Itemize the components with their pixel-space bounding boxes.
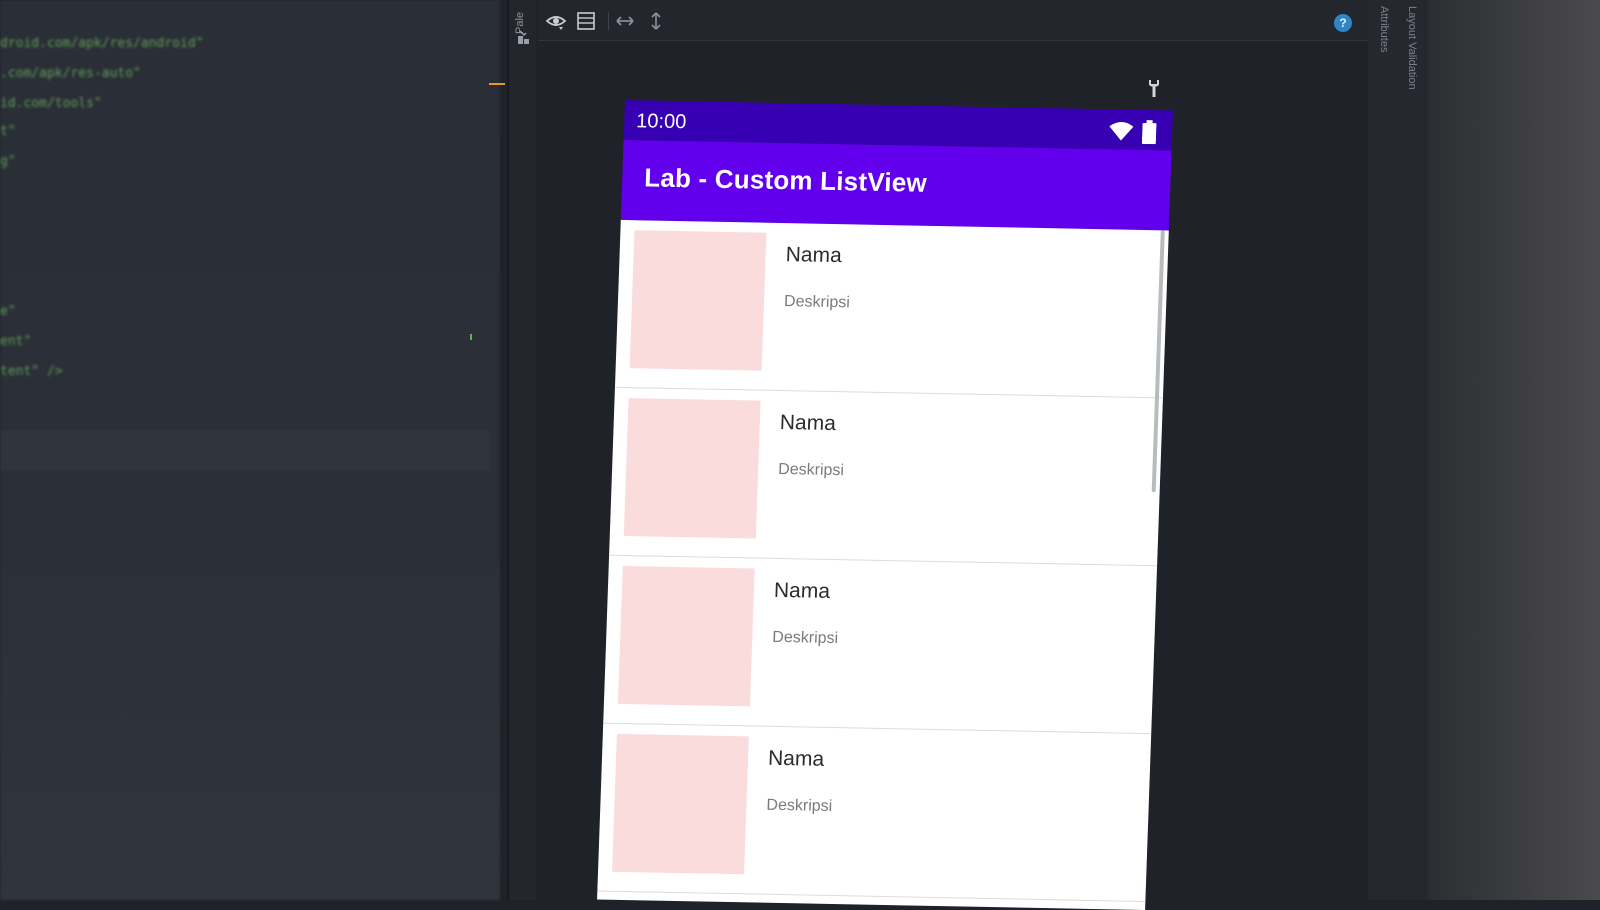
change-marker: [470, 334, 472, 340]
list-item[interactable]: Nama Deskripsi: [614, 219, 1169, 399]
item-description: Deskripsi: [783, 293, 851, 312]
app-title: Lab - Custom ListView: [643, 162, 928, 198]
item-image: [617, 565, 755, 707]
item-name: Nama: [779, 410, 837, 436]
attributes-tab-label[interactable]: Attributes: [1374, 6, 1390, 186]
item-name: Nama: [785, 243, 843, 268]
custom-listview[interactable]: Nama Deskripsi Nama Deskripsi Nama Deskr…: [597, 219, 1169, 910]
list-item[interactable]: Nama Deskripsi: [609, 387, 1163, 567]
item-name: Nama: [767, 746, 825, 771]
warning-marker[interactable]: [489, 83, 505, 85]
help-icon[interactable]: ?: [1334, 14, 1352, 32]
right-tool-strip: Attributes Layout Validation: [1368, 0, 1428, 900]
code-line: ent": [0, 334, 32, 349]
wifi-icon: [1109, 122, 1134, 141]
status-time: 10:00: [635, 110, 687, 134]
list-item[interactable]: Nama Deskripsi: [603, 555, 1158, 735]
monitor-edge: [1428, 0, 1600, 900]
code-line: id.com/tools": [0, 96, 102, 111]
code-line: t": [0, 124, 16, 139]
horizontal-resize-icon[interactable]: [614, 10, 636, 32]
app-bar: Lab - Custom ListView: [620, 139, 1172, 231]
design-toolbar: [538, 0, 1368, 41]
toolbar-separator: [608, 12, 609, 30]
item-image: [623, 398, 761, 539]
battery-icon: [1141, 120, 1157, 145]
code-line: droid.com/apk/res/android": [0, 36, 204, 51]
item-image: [629, 230, 767, 371]
phone-preview[interactable]: 10:00 Lab - Custom ListView Nama Deskrip…: [597, 100, 1173, 910]
item-description: Deskripsi: [772, 628, 839, 648]
item-image: [612, 733, 749, 875]
code-highlight-band: [0, 430, 490, 470]
code-line: e": [0, 304, 16, 319]
pane-divider[interactable]: [507, 0, 509, 900]
code-line: .com/apk/res-auto": [0, 66, 141, 81]
item-description: Deskripsi: [777, 460, 845, 480]
list-item[interactable]: Nama Deskripsi: [597, 723, 1152, 902]
item-description: Deskripsi: [766, 796, 833, 815]
code-editor-pane[interactable]: droid.com/apk/res/android" .com/apk/res-…: [0, 0, 500, 900]
palette-strip[interactable]: [510, 0, 536, 900]
vertical-resize-icon[interactable]: [645, 10, 667, 32]
code-line: g": [0, 154, 16, 169]
eye-icon[interactable]: [545, 10, 567, 32]
item-name: Nama: [773, 578, 831, 603]
blueprint-icon[interactable]: [575, 10, 597, 32]
wrench-icon[interactable]: [1146, 78, 1162, 98]
layout-validation-tab-label[interactable]: Layout Validation: [1402, 6, 1418, 186]
palette-icon[interactable]: [516, 30, 532, 46]
code-line: tent" />: [0, 364, 63, 379]
